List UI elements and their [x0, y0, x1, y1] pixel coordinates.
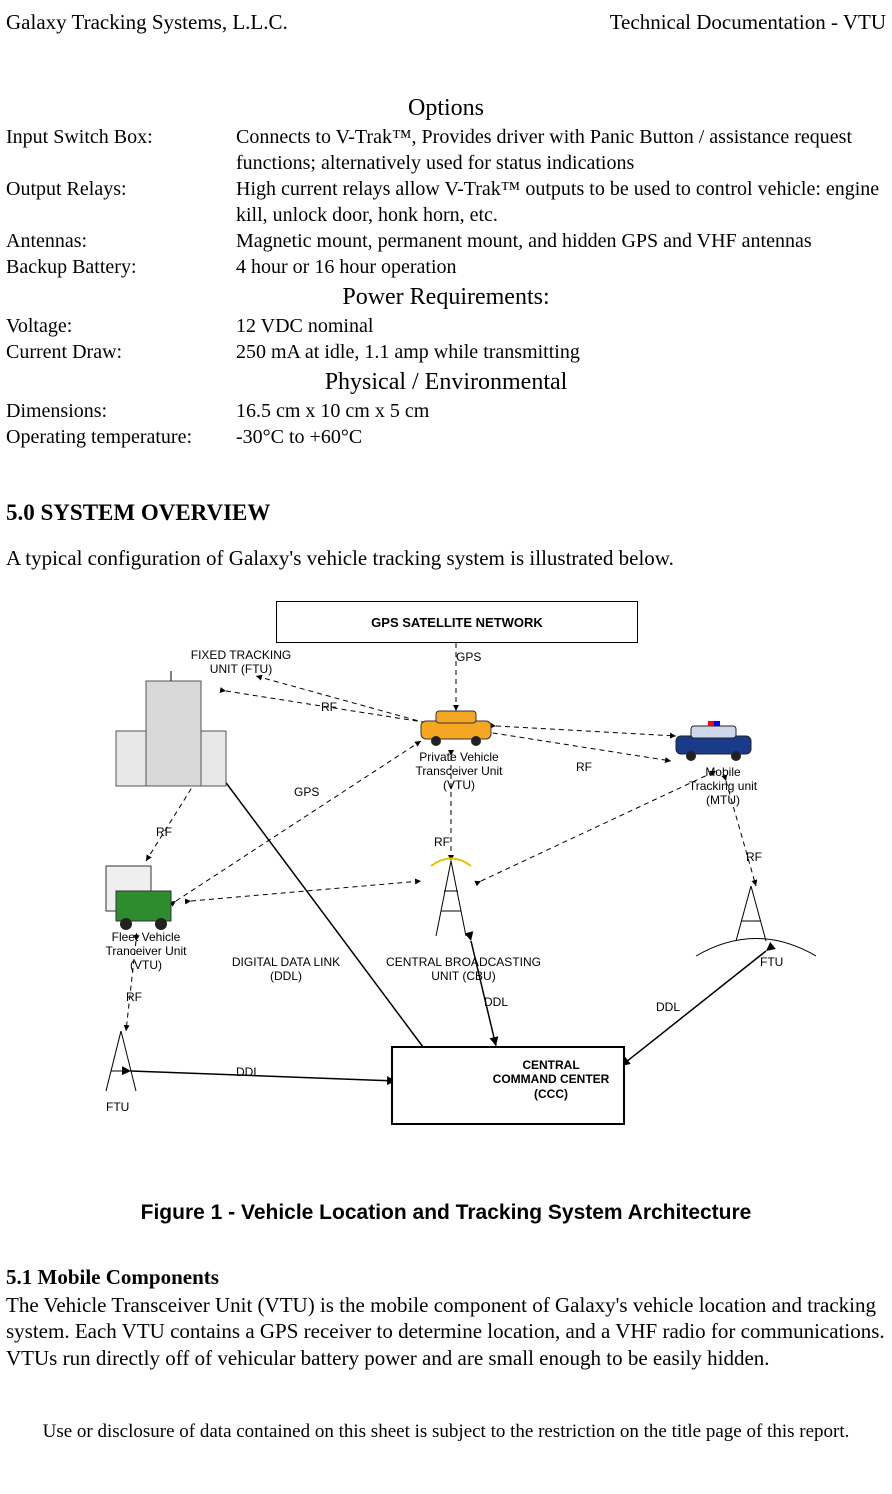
ddl-small-2: DDL	[656, 1001, 680, 1015]
header-right: Technical Documentation - VTU	[610, 10, 886, 35]
spec-row: Current Draw: 250 mA at idle, 1.1 amp wh…	[6, 339, 886, 365]
spec-row: Operating temperature: -30°C to +60°C	[6, 424, 886, 450]
gps-label-2: GPS	[294, 786, 319, 800]
spec-label: Backup Battery:	[6, 254, 236, 280]
spec-value: Connects to V-Trak™, Provides driver wit…	[236, 124, 886, 176]
rf-label-5: RF	[746, 851, 762, 865]
spec-label: Voltage:	[6, 313, 236, 339]
system-diagram: GPS SATELLITE NETWORK FIXED TRACKING UNI…	[76, 601, 816, 1161]
ddl-small-1: DDL	[484, 996, 508, 1010]
fleet-label: Fleet Vehicle Tranceiver Unit (VTU)	[96, 931, 196, 972]
overview-heading: 5.0 SYSTEM OVERVIEW	[6, 500, 886, 526]
vtu-label: Private Vehicle Transceiver Unit (VTU)	[404, 751, 514, 792]
mobile-body: The Vehicle Transceiver Unit (VTU) is th…	[6, 1292, 886, 1371]
power-title: Power Requirements:	[6, 284, 886, 311]
spec-row: Backup Battery: 4 hour or 16 hour operat…	[6, 254, 886, 280]
spec-row: Antennas: Magnetic mount, permanent moun…	[6, 228, 886, 254]
ccc-label: CENTRAL COMMAND CENTER (CCC)	[491, 1058, 611, 1101]
rf-label-6: RF	[126, 991, 142, 1005]
spec-label: Operating temperature:	[6, 424, 236, 450]
gps-label: GPS	[456, 651, 481, 665]
spec-row: Input Switch Box: Connects to V-Trak™, P…	[6, 124, 886, 176]
rf-label-3: RF	[156, 826, 172, 840]
gps-satellite-box: GPS SATELLITE NETWORK	[276, 601, 638, 643]
header-left: Galaxy Tracking Systems, L.L.C.	[6, 10, 288, 35]
spec-label: Input Switch Box:	[6, 124, 236, 176]
gps-box-label: GPS SATELLITE NETWORK	[371, 615, 543, 630]
ftu-small-l: FTU	[106, 1101, 129, 1115]
cbu-label: CENTRAL BROADCASTING UNIT (CBU)	[381, 956, 546, 984]
spec-value: Magnetic mount, permanent mount, and hid…	[236, 228, 886, 254]
options-title: Options	[6, 95, 886, 122]
spec-value: 16.5 cm x 10 cm x 5 cm	[236, 398, 886, 424]
physical-title: Physical / Environmental	[6, 369, 886, 396]
spec-label: Output Relays:	[6, 176, 236, 228]
spec-label: Dimensions:	[6, 398, 236, 424]
spec-value: 250 mA at idle, 1.1 amp while transmitti…	[236, 339, 886, 365]
rf-label-2: RF	[576, 761, 592, 775]
ftu-small-r: FTU	[760, 956, 783, 970]
spec-value: 12 VDC nominal	[236, 313, 886, 339]
ddl-label: DIGITAL DATA LINK (DDL)	[231, 956, 341, 984]
rf-label: RF	[321, 701, 337, 715]
page-footer: Use or disclosure of data contained on t…	[6, 1421, 886, 1443]
ftu-label: FIXED TRACKING UNIT (FTU)	[176, 649, 306, 677]
mobile-heading: 5.1 Mobile Components	[6, 1265, 886, 1290]
spec-label: Antennas:	[6, 228, 236, 254]
ddl-small-3: DDL	[236, 1066, 260, 1080]
spec-value: High current relays allow V-Trak™ output…	[236, 176, 886, 228]
spec-row: Dimensions: 16.5 cm x 10 cm x 5 cm	[6, 398, 886, 424]
spec-value: 4 hour or 16 hour operation	[236, 254, 886, 280]
mtu-label: Mobile Tracking unit (MTU)	[688, 766, 758, 807]
spec-value: -30°C to +60°C	[236, 424, 886, 450]
spec-label: Current Draw:	[6, 339, 236, 365]
overview-intro: A typical configuration of Galaxy's vehi…	[6, 546, 886, 571]
figure-caption: Figure 1 - Vehicle Location and Tracking…	[6, 1201, 886, 1225]
page-header: Galaxy Tracking Systems, L.L.C. Technica…	[6, 10, 886, 35]
spec-row: Output Relays: High current relays allow…	[6, 176, 886, 228]
spec-row: Voltage: 12 VDC nominal	[6, 313, 886, 339]
ccc-box: CENTRAL COMMAND CENTER (CCC)	[391, 1046, 625, 1125]
rf-label-4: RF	[434, 836, 450, 850]
